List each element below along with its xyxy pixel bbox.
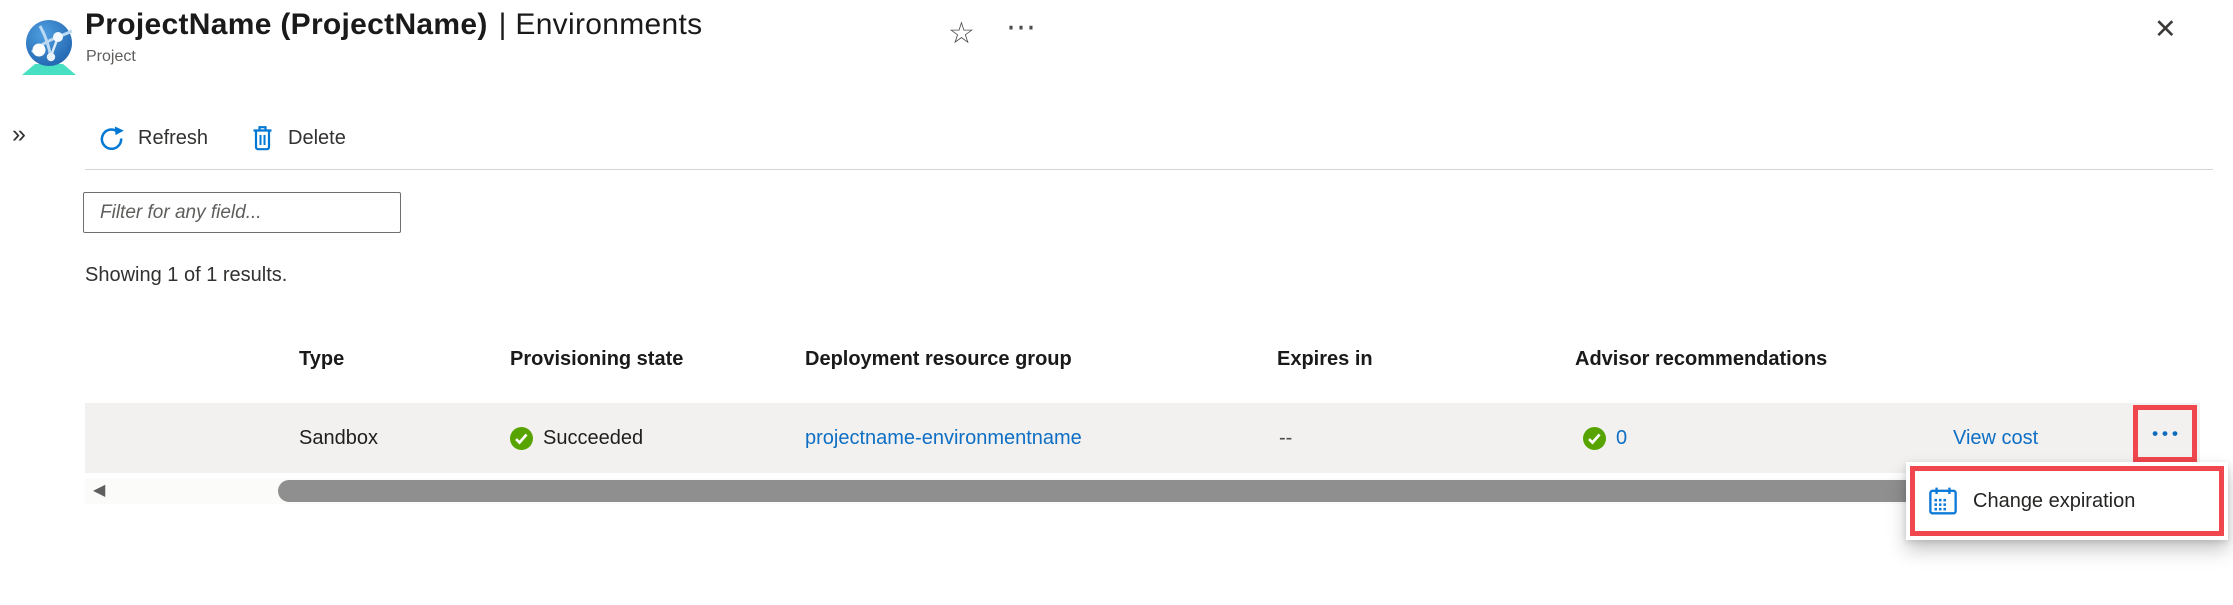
view-cost-link[interactable]: View cost xyxy=(1953,427,2038,450)
refresh-button[interactable]: Refresh xyxy=(98,125,208,152)
delete-label: Delete xyxy=(288,127,346,150)
annotation-highlight-menu: Change expiration xyxy=(1910,466,2224,536)
cell-type: Sandbox xyxy=(299,403,378,473)
cell-advisor-recommendations: 0 xyxy=(1583,403,1627,473)
results-summary: Showing 1 of 1 results. xyxy=(85,264,287,287)
header-more-icon[interactable]: ⋯ xyxy=(1006,10,1036,45)
table-row: Sandbox Succeeded projectname-environmen… xyxy=(85,403,2200,473)
calendar-icon xyxy=(1928,486,1958,516)
resource-name: ProjectName (ProjectName) xyxy=(85,8,488,42)
refresh-icon xyxy=(98,125,125,152)
cell-provisioning-state: Succeeded xyxy=(510,403,643,473)
column-header-expires-in: Expires in xyxy=(1277,348,1373,371)
blade-name: | Environments xyxy=(499,8,703,42)
row-more-icon[interactable]: ••• xyxy=(2138,410,2192,457)
refresh-label: Refresh xyxy=(138,127,208,150)
success-check-icon xyxy=(510,427,533,450)
provisioning-state-value: Succeeded xyxy=(543,427,643,450)
resource-type-label: Project xyxy=(86,48,136,66)
column-header-advisor-recommendations: Advisor recommendations xyxy=(1575,348,1827,371)
scroll-left-arrow-icon[interactable]: ◀ xyxy=(93,483,105,499)
close-icon[interactable]: ✕ xyxy=(2154,14,2177,45)
column-header-deployment-resource-group: Deployment resource group xyxy=(805,348,1072,371)
toolbar-divider xyxy=(85,169,2213,170)
project-icon xyxy=(18,14,80,78)
environments-blade: ProjectName (ProjectName) | Environments… xyxy=(0,0,2233,605)
cell-deployment-resource-group: projectname-environmentname xyxy=(805,403,1082,473)
command-bar: Refresh Delete xyxy=(98,118,346,158)
scrollbar-thumb[interactable] xyxy=(278,480,1994,502)
cell-expires-in: -- xyxy=(1279,403,1292,473)
expires-in-value: -- xyxy=(1279,427,1292,450)
context-menu: Change expiration xyxy=(1906,462,2228,540)
success-check-icon xyxy=(1583,427,1606,450)
filter-input[interactable] xyxy=(83,192,401,233)
expand-menu-icon[interactable]: » xyxy=(12,120,26,149)
horizontal-scrollbar[interactable]: ◀ xyxy=(85,478,2200,504)
delete-button[interactable]: Delete xyxy=(250,124,346,152)
annotation-highlight-more: ••• xyxy=(2133,405,2197,462)
column-header-type: Type xyxy=(299,348,344,371)
type-value: Sandbox xyxy=(299,427,378,450)
resource-group-link[interactable]: projectname-environmentname xyxy=(805,427,1082,450)
menu-item-change-expiration[interactable]: Change expiration xyxy=(1915,471,2219,531)
advisor-recommendations-link[interactable]: 0 xyxy=(1616,427,1627,450)
trash-icon xyxy=(250,124,275,152)
page-title: ProjectName (ProjectName) | Environments xyxy=(85,8,702,42)
column-header-provisioning-state: Provisioning state xyxy=(510,348,683,371)
menu-item-label: Change expiration xyxy=(1973,490,2135,513)
favorite-star-icon[interactable]: ☆ xyxy=(948,16,975,51)
